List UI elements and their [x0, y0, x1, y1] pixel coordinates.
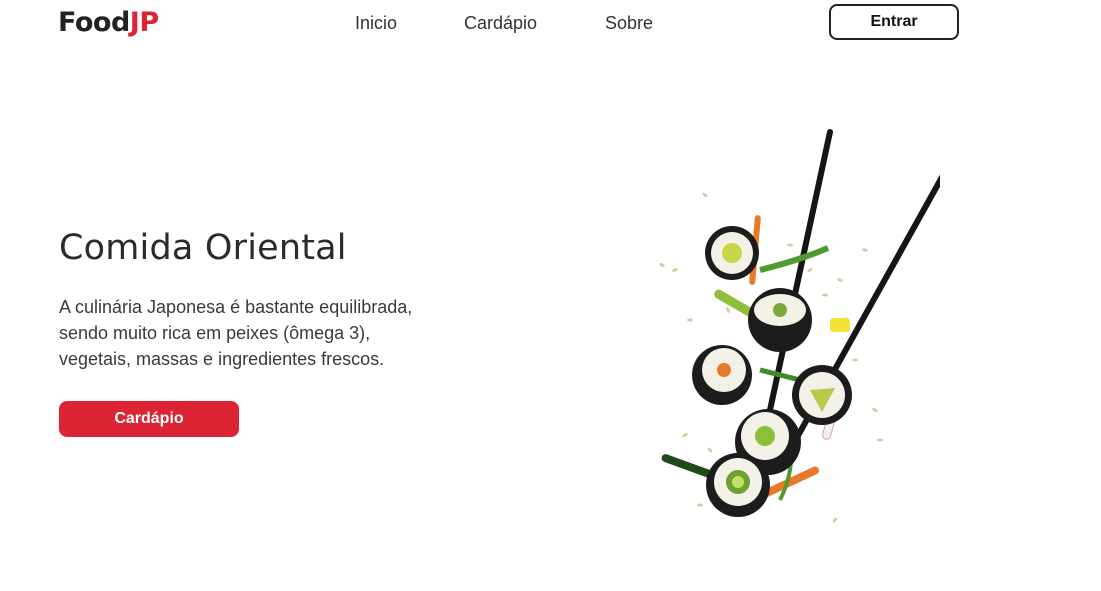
hero-description-line-3: vegetais, massas e ingredientes frescos.: [59, 349, 385, 369]
menu-cta-button[interactable]: Cardápio: [59, 401, 239, 437]
login-button[interactable]: Entrar: [829, 4, 959, 40]
hero-description-line-2: sendo muito rica em peixes (ômega 3),: [59, 323, 371, 343]
hero-title: Comida Oriental: [59, 228, 347, 268]
page: FoodJP Inicio Cardápio Sobre Entrar Comi…: [0, 0, 1101, 591]
hero-description: A culinária Japonesa é bastante equilibr…: [59, 294, 459, 372]
nav-link-sobre[interactable]: Sobre: [605, 11, 653, 35]
nav-link-inicio[interactable]: Inicio: [355, 11, 397, 35]
nav-link-cardapio[interactable]: Cardápio: [464, 11, 537, 35]
sushi-chopsticks-image: [659, 129, 940, 523]
hero-description-line-1: A culinária Japonesa é bastante equilibr…: [59, 297, 413, 317]
